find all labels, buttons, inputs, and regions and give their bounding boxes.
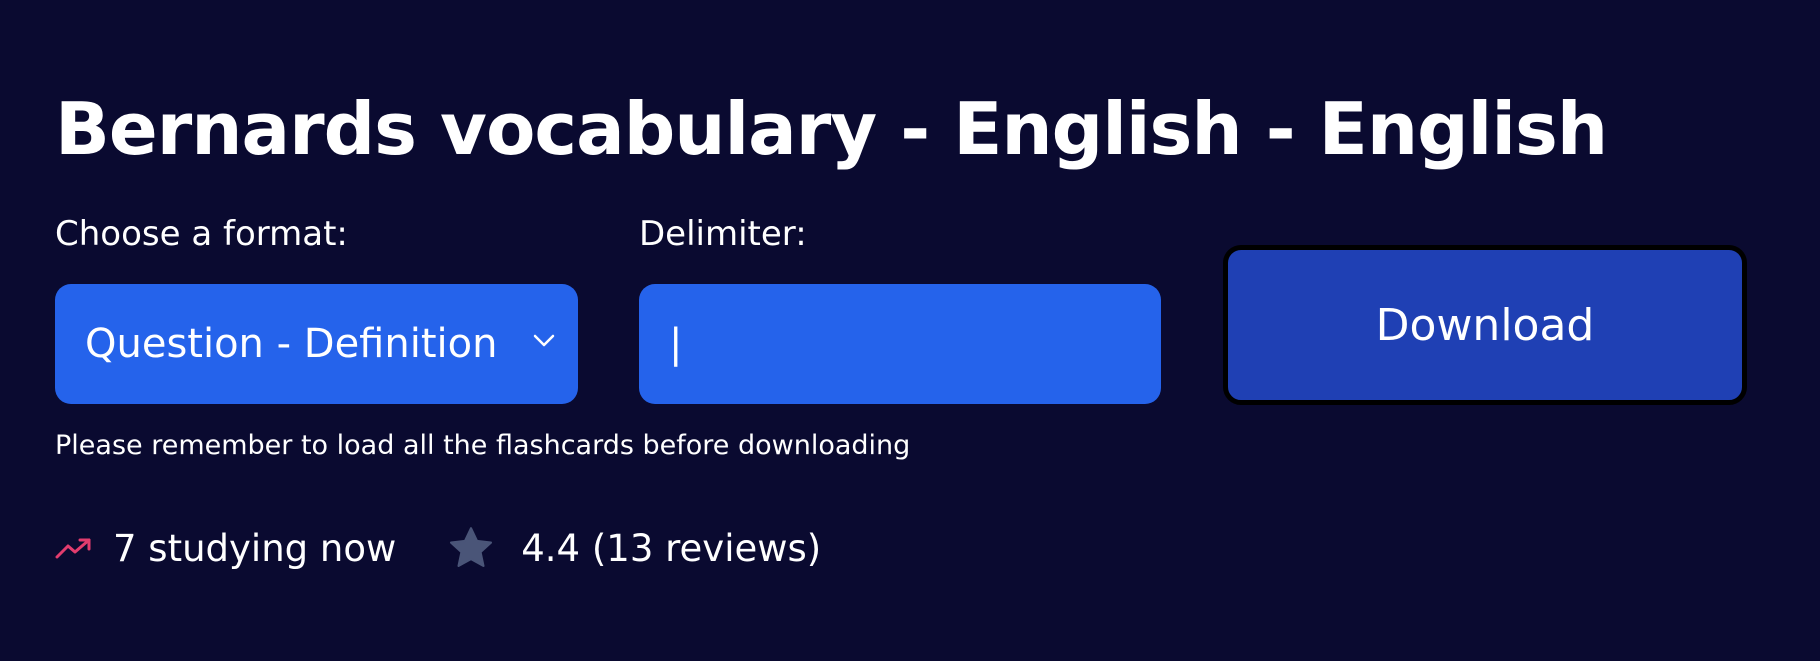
format-select-value: Question - Definition — [85, 321, 498, 367]
chevron-down-icon — [533, 334, 555, 347]
download-reminder: Please remember to load all the flashcar… — [55, 430, 911, 461]
stats-row: 7 studying now 4.4 (13 reviews) — [55, 520, 821, 576]
format-label: Choose a format: — [55, 214, 348, 254]
rating-text: 4.4 (13 reviews) — [521, 526, 822, 570]
download-button[interactable]: Download — [1223, 245, 1747, 405]
delimiter-input[interactable] — [639, 284, 1161, 404]
studying-count: 7 studying now — [113, 526, 397, 570]
format-select[interactable]: Question - Definition — [55, 284, 578, 404]
trending-up-icon — [55, 538, 91, 559]
delimiter-label: Delimiter: — [639, 214, 807, 254]
star-icon — [450, 527, 493, 567]
page-title: Bernards vocabulary - English - English — [55, 87, 1608, 171]
